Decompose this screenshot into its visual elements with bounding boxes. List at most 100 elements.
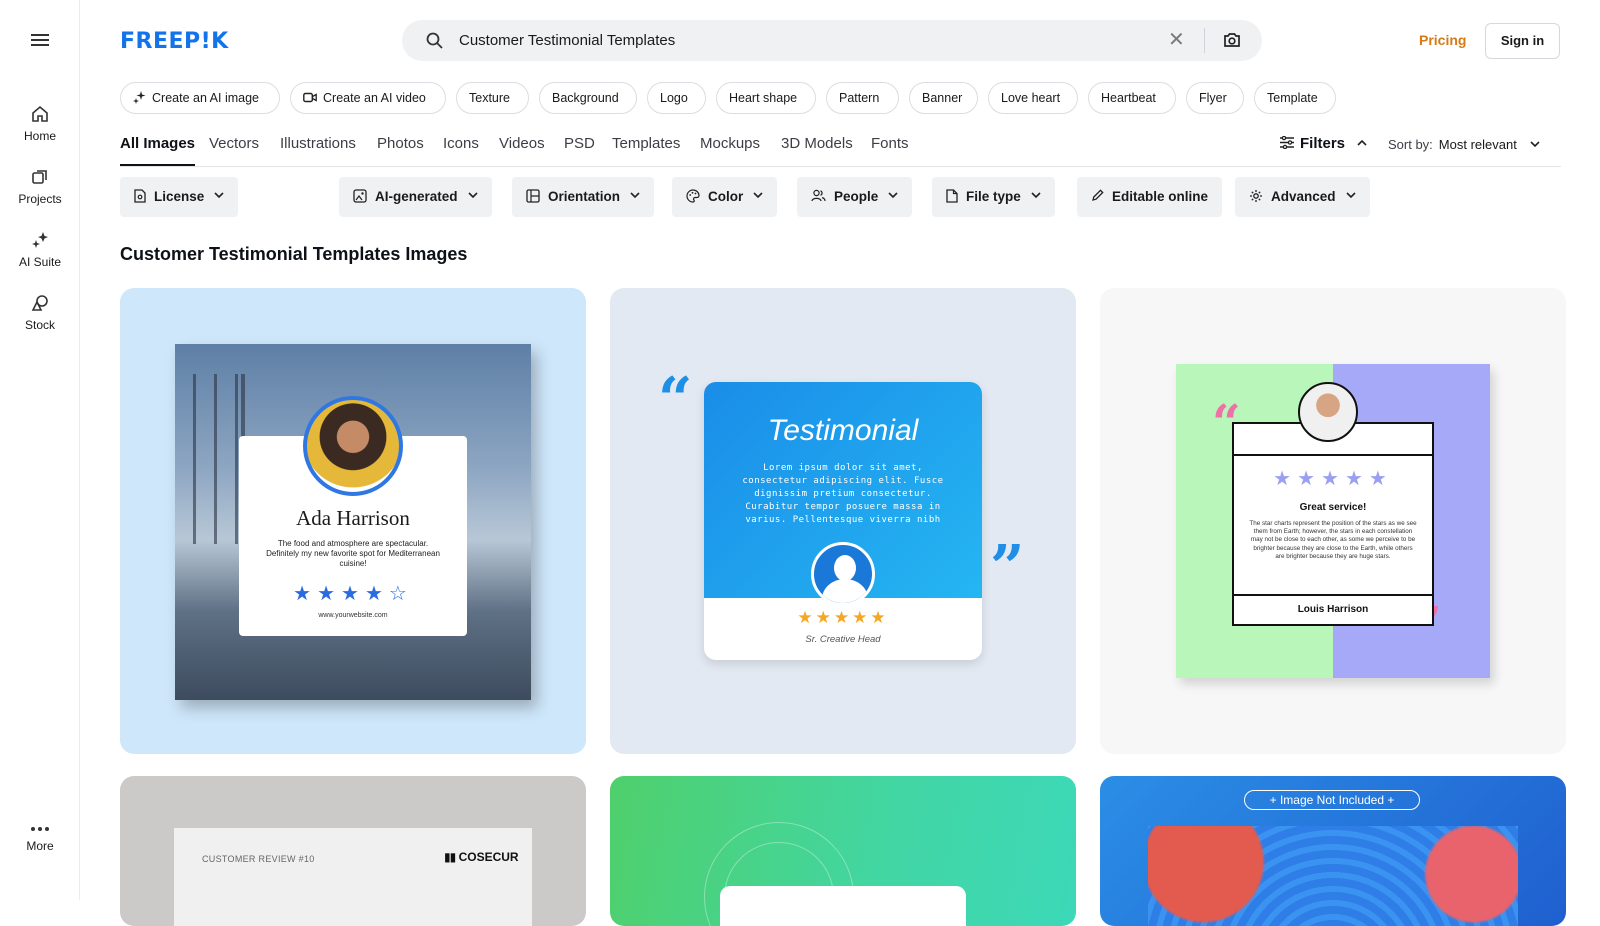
chip-heartbeat[interactable]: Heartbeat xyxy=(1088,82,1176,114)
filter-label: People xyxy=(834,189,879,204)
result-card[interactable]: Ada Harrison The food and atmosphere are… xyxy=(120,288,586,754)
tab-videos[interactable]: Videos xyxy=(499,135,545,152)
pricing-link[interactable]: Pricing xyxy=(1419,32,1466,48)
sign-in-button[interactable]: Sign in xyxy=(1485,23,1560,59)
chip-template[interactable]: Template xyxy=(1254,82,1336,114)
chip-banner[interactable]: Banner xyxy=(909,82,978,114)
tab-templates[interactable]: Templates xyxy=(612,135,680,152)
brand-logo: ▮▮ COSECUR xyxy=(444,850,519,864)
chip-background[interactable]: Background xyxy=(539,82,637,114)
tab-all-images[interactable]: All Images xyxy=(120,135,196,166)
tab-illustrations[interactable]: Illustrations xyxy=(280,135,356,152)
tab-photos[interactable]: Photos xyxy=(377,135,424,152)
filter-file-type[interactable]: File type xyxy=(932,177,1055,217)
content-type-tabs: All Images Vectors Illustrations Photos … xyxy=(120,133,1561,167)
filters-toggle[interactable]: Filters xyxy=(1280,135,1367,152)
review-sheet: CUSTOMER REVIEW #10 ▮▮ COSECUR xyxy=(174,828,532,926)
chip-label: Banner xyxy=(922,91,963,105)
star-rating: ★★★★★ xyxy=(797,608,889,627)
tab-vectors[interactable]: Vectors xyxy=(209,135,259,152)
testimonial-body: Lorem ipsum dolor sit amet, consectetur … xyxy=(742,463,944,525)
chip-label: Flyer xyxy=(1199,91,1227,105)
chip-label: Template xyxy=(1267,91,1318,105)
card-image-restaurant: Ada Harrison The food and atmosphere are… xyxy=(175,344,531,700)
chevron-down-icon xyxy=(630,192,640,199)
left-sidebar: Home Projects AI Suite Stock More xyxy=(0,0,80,900)
chip-texture[interactable]: Texture xyxy=(456,82,529,114)
window-frame xyxy=(175,374,245,544)
gear-icon xyxy=(1250,189,1262,202)
orientation-icon xyxy=(526,189,540,203)
filter-label: AI-generated xyxy=(375,189,458,204)
sidebar-item-home[interactable]: Home xyxy=(0,105,80,143)
menu-icon[interactable] xyxy=(31,32,49,53)
chip-label: Pattern xyxy=(839,91,880,105)
brand-name: COSECUR xyxy=(458,850,519,864)
avatar xyxy=(1298,382,1358,442)
tab-3d-models[interactable]: 3D Models xyxy=(781,135,853,152)
chip-create-ai-video[interactable]: Create an AI video xyxy=(290,82,446,114)
filter-orientation[interactable]: Orientation xyxy=(512,177,655,217)
filter-label: Color xyxy=(708,189,744,204)
freepik-logo[interactable]: FREEP!K xyxy=(120,29,229,54)
result-card[interactable]: CUSTOMER REVIEW #10 ▮▮ COSECUR xyxy=(120,776,586,926)
sidebar-item-label: Home xyxy=(23,129,56,143)
search-icon xyxy=(426,32,443,49)
chip-label: Love heart xyxy=(1001,91,1061,105)
main-content: FREEP!K Customer Testimonial Templates ✕… xyxy=(80,0,1600,926)
result-card[interactable]: “ ” Testimonial Lorem ipsum dolor sit am… xyxy=(610,288,1076,754)
chip-love-heart[interactable]: Love heart xyxy=(988,82,1078,114)
tab-fonts[interactable]: Fonts xyxy=(871,135,909,152)
sidebar-item-stock[interactable]: Stock xyxy=(0,294,80,332)
sidebar-item-more[interactable]: More xyxy=(0,825,80,853)
chip-logo[interactable]: Logo xyxy=(647,82,706,114)
sort-dropdown[interactable]: Sort by: Most relevant xyxy=(1388,137,1541,152)
sidebar-item-ai-suite[interactable]: AI Suite xyxy=(0,231,80,269)
video-icon xyxy=(303,93,317,103)
review-number-label: CUSTOMER REVIEW #10 xyxy=(202,854,315,864)
tab-icons[interactable]: Icons xyxy=(443,135,479,152)
filter-label: File type xyxy=(966,189,1021,204)
filter-license[interactable]: License xyxy=(120,177,239,217)
chip-create-ai-image[interactable]: Create an AI image xyxy=(120,82,280,114)
filters-icon xyxy=(1280,135,1294,150)
sidebar-item-label: More xyxy=(26,839,54,853)
chip-flyer[interactable]: Flyer xyxy=(1186,82,1244,114)
open-quote-icon: “ xyxy=(658,365,693,435)
camera-search-icon[interactable] xyxy=(1223,31,1241,49)
search-bar[interactable]: Customer Testimonial Templates ✕ xyxy=(402,20,1262,61)
filter-ai-generated[interactable]: AI-generated xyxy=(339,177,492,217)
star-rating: ★★★★★ xyxy=(1273,468,1393,490)
sidebar-item-projects[interactable]: Projects xyxy=(0,168,80,206)
image-not-included-badge: + Image Not Included + xyxy=(1244,790,1420,810)
chevron-down-icon xyxy=(1031,192,1041,199)
clear-search-icon[interactable]: ✕ xyxy=(1168,30,1185,50)
filter-editable-online[interactable]: Editable online xyxy=(1077,177,1223,217)
result-card[interactable] xyxy=(610,776,1076,926)
ai-image-icon xyxy=(353,189,367,203)
tab-mockups[interactable]: Mockups xyxy=(700,135,760,152)
sidebar-item-label: AI Suite xyxy=(18,255,62,269)
search-input[interactable]: Customer Testimonial Templates xyxy=(459,32,675,49)
reviewer-name: Louis Harrison xyxy=(1297,604,1369,615)
reviewer-role: Sr. Creative Head xyxy=(805,634,881,645)
testimonial-title: Testimonial xyxy=(767,414,919,447)
chip-label: Heart shape xyxy=(729,91,798,105)
testimonial-card-preview xyxy=(720,886,966,926)
close-quote-icon: ” xyxy=(990,533,1025,603)
chip-pattern[interactable]: Pattern xyxy=(826,82,899,114)
home-icon xyxy=(32,105,48,122)
tab-psd[interactable]: PSD xyxy=(564,135,595,152)
chip-heart-shape[interactable]: Heart shape xyxy=(716,82,816,114)
result-card[interactable]: + Image Not Included + xyxy=(1100,776,1566,926)
result-card[interactable]: “ ” ★★★★★ Great service! The star charts… xyxy=(1100,288,1566,754)
star-rating: ★★★★☆ xyxy=(293,583,413,605)
filter-people[interactable]: People xyxy=(797,177,913,217)
filter-advanced[interactable]: Advanced xyxy=(1235,177,1370,217)
filter-color[interactable]: Color xyxy=(672,177,778,217)
testimonial-card: Testimonial Lorem ipsum dolor sit amet, … xyxy=(704,382,982,660)
review-frame: ★★★★★ Great service! The star charts rep… xyxy=(1232,422,1434,626)
review-heading: Great service! xyxy=(1299,502,1367,513)
more-icon xyxy=(31,827,49,831)
avatar xyxy=(303,396,403,496)
